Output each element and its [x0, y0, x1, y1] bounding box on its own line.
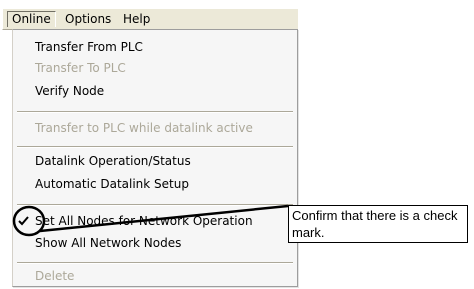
menu-item-transfer-from-plc[interactable]: Transfer From PLC	[13, 37, 297, 57]
check-mark-icon	[16, 211, 32, 231]
annotation-callout: Confirm that there is a check mark.	[288, 205, 468, 243]
online-dropdown-menu: Transfer From PLC Transfer To PLC Verify…	[12, 29, 298, 287]
menu-separator	[17, 204, 293, 206]
menu-separator	[17, 111, 293, 113]
menu-item-transfer-to-plc: Transfer To PLC	[35, 61, 126, 75]
menu-separator	[17, 146, 293, 148]
menu-item-set-all-nodes-network-operation[interactable]: Set All Nodes for Network Operation	[13, 211, 297, 231]
menu-bar: Online Options Help	[2, 8, 298, 30]
menu-item-verify-node[interactable]: Verify Node	[13, 81, 297, 101]
menu-item-delete: Delete	[35, 269, 75, 283]
menu-online[interactable]: Online	[7, 11, 56, 27]
menu-item-transfer-while-datalink-active: Transfer to PLC while datalink active	[35, 121, 253, 135]
menu-item-automatic-datalink-setup[interactable]: Automatic Datalink Setup	[13, 174, 297, 194]
menu-options[interactable]: Options	[61, 11, 115, 27]
menu-item-show-all-network-nodes[interactable]: Show All Network Nodes	[13, 233, 297, 253]
menu-separator	[17, 262, 293, 264]
menu-item-datalink-operation-status[interactable]: Datalink Operation/Status	[13, 151, 297, 171]
menu-item-label: Set All Nodes for Network Operation	[35, 214, 253, 228]
menu-help[interactable]: Help	[119, 11, 154, 27]
